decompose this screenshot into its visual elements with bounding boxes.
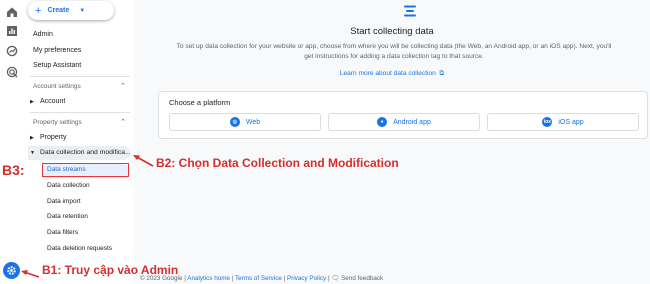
footer-analytics-home-link[interactable]: Analytics home — [187, 275, 230, 282]
learn-more-label[interactable]: Learn more about data collection — [340, 70, 436, 77]
sidebar-item-data-collection[interactable]: Data collection and modifica... — [40, 149, 131, 156]
create-button[interactable]: + Create ▼ — [28, 1, 114, 20]
platform-card: Choose a platform ◎ Web ● Android app io… — [158, 91, 648, 139]
divider — [30, 112, 130, 113]
explore-icon[interactable] — [6, 45, 18, 57]
admin-sidebar: + Create ▼ Admin My preferences Setup As… — [24, 0, 134, 284]
learn-more-link[interactable]: Learn more about data collection ⧉ — [134, 70, 650, 78]
advertising-icon[interactable] — [6, 66, 18, 78]
sidebar-subitem-data-deletion-requests[interactable]: Data deletion requests — [47, 245, 112, 252]
annotation-b1: B1: Truy cập vào Admin — [42, 263, 179, 277]
annotation-b2: B2: Chọn Data Collection and Modificatio… — [156, 156, 399, 170]
chevron-up-icon[interactable]: ⌃ — [120, 82, 126, 90]
divider — [30, 76, 130, 77]
nav-rail — [0, 0, 24, 284]
expand-arrow-icon[interactable]: ▶ — [30, 99, 34, 105]
collapse-arrow-icon[interactable]: ▼ — [30, 150, 35, 156]
main-content: Start collecting data To set up data col… — [134, 0, 650, 284]
footer-separator: | — [283, 275, 286, 282]
data-stream-icon — [404, 5, 416, 17]
chevron-up-icon[interactable]: ⌃ — [120, 118, 126, 126]
footer-terms-link[interactable]: Terms of Service — [235, 275, 282, 282]
sidebar-item-admin[interactable]: Admin — [33, 31, 53, 38]
property-settings-header[interactable]: Property settings — [33, 119, 82, 126]
annotation-b3: B3: — [2, 162, 25, 178]
ios-icon: ios — [542, 117, 553, 127]
reports-icon[interactable] — [6, 25, 18, 37]
annotation-highlight-box — [42, 163, 129, 177]
sidebar-item-preferences[interactable]: My preferences — [33, 47, 81, 54]
sidebar-subitem-data-import[interactable]: Data import — [47, 198, 81, 205]
page-title: Start collecting data — [350, 26, 434, 37]
android-icon: ● — [377, 117, 388, 127]
platform-web-label: Web — [245, 118, 261, 126]
sidebar-item-property[interactable]: Property — [40, 134, 66, 141]
sidebar-subitem-data-retention[interactable]: Data retention — [47, 213, 88, 220]
account-settings-header[interactable]: Account settings — [33, 83, 81, 90]
page-description: To set up data collection for your websi… — [176, 43, 612, 60]
footer-feedback-link[interactable]: Send feedback — [341, 275, 383, 282]
sidebar-subitem-data-filters[interactable]: Data filters — [47, 229, 78, 236]
platform-ios-button[interactable]: ios iOS app — [487, 113, 639, 131]
create-label: Create — [47, 7, 70, 14]
platform-android-label: Android app — [393, 118, 431, 126]
sidebar-item-account[interactable]: Account — [40, 98, 65, 105]
footer-separator: | — [327, 275, 330, 282]
sidebar-item-setup-assistant[interactable]: Setup Assistant — [33, 62, 81, 69]
platform-ios-label: iOS app — [558, 118, 584, 126]
footer-separator: | — [231, 275, 234, 282]
platform-android-button[interactable]: ● Android app — [328, 113, 480, 131]
globe-icon: ◎ — [229, 117, 240, 127]
platform-card-title: Choose a platform — [169, 98, 231, 107]
expand-arrow-icon[interactable]: ▶ — [30, 135, 34, 141]
footer-privacy-link[interactable]: Privacy Policy — [287, 275, 326, 282]
home-icon[interactable] — [6, 6, 18, 18]
admin-gear-icon[interactable] — [3, 262, 20, 279]
open-in-new-icon: ⧉ — [437, 70, 445, 77]
sidebar-subitem-data-collection[interactable]: Data collection — [47, 182, 90, 189]
platform-web-button[interactable]: ◎ Web — [169, 113, 321, 131]
feedback-icon: 🗨 — [331, 275, 340, 282]
chevron-down-icon: ▼ — [79, 7, 86, 14]
plus-icon: + — [35, 4, 42, 17]
